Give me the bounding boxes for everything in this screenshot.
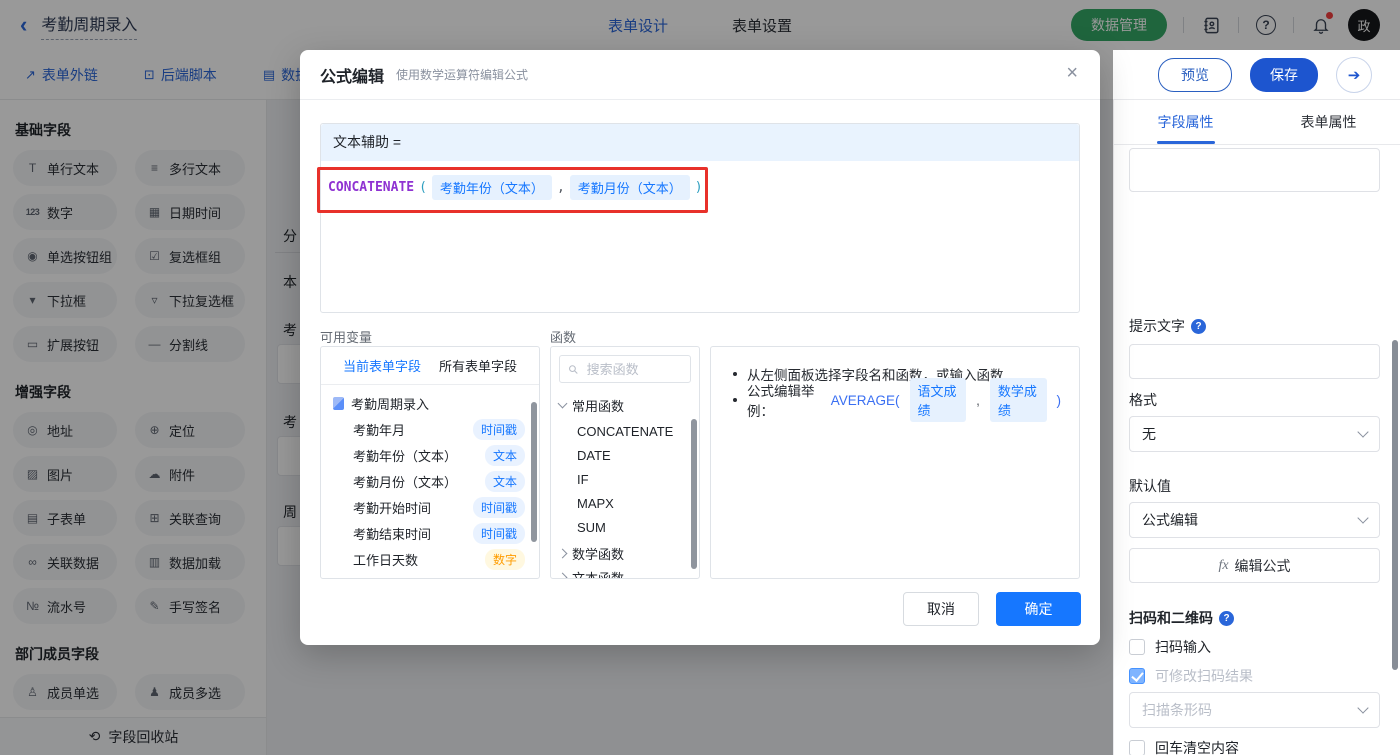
scan-help-icon[interactable]: ? — [1219, 610, 1234, 626]
function-group-text[interactable]: 文本函数 — [551, 565, 699, 578]
variable-item[interactable]: 工作日天数 数字 — [321, 547, 539, 571]
function-item[interactable]: SUM — [551, 515, 699, 539]
share-button[interactable]: ➔ — [1336, 57, 1372, 93]
variables-label: 可用变量 — [320, 330, 373, 345]
type-badge: 文本 — [484, 470, 525, 492]
field-token-year[interactable]: 考勤年份（文本） — [431, 174, 552, 200]
tips-panel: 从左侧面板选择字段名和函数，或输入函数 公式编辑举例： AVERAGE( 语文成绩… — [710, 346, 1080, 579]
comma-token: , — [556, 179, 565, 195]
type-badge: 文本 — [484, 444, 525, 466]
function-group-math[interactable]: 数学函数 — [551, 541, 699, 565]
checkbox-modify-scan-result[interactable]: 可修改扫码结果 — [1129, 666, 1253, 686]
modal-header: 公式编辑 使用数学运算符编辑公式 × — [300, 50, 1100, 100]
field-token-month[interactable]: 考勤月份（文本） — [569, 174, 690, 200]
chevron-right-icon — [557, 548, 568, 558]
function-item[interactable]: MAPX — [551, 491, 699, 515]
chevron-down-icon — [557, 398, 568, 409]
edit-formula-button[interactable]: fx 编辑公式 — [1129, 548, 1380, 583]
variables-tree-root[interactable]: 考勤周期录入 — [321, 391, 539, 415]
type-badge: 时间戳 — [472, 522, 525, 544]
variable-item[interactable]: 考勤月份（文本） 文本 — [321, 469, 539, 493]
preview-button[interactable]: 预览 — [1158, 58, 1232, 92]
properties-scrollbar[interactable] — [1392, 340, 1398, 670]
cancel-button[interactable]: 取消 — [903, 592, 979, 626]
save-button[interactable]: 保存 — [1250, 58, 1318, 92]
type-badge: 数字 — [484, 548, 525, 570]
formula-expression[interactable]: CONCATENATE ( 考勤年份（文本） , 考勤月份（文本） ) — [328, 174, 703, 200]
modal-overlay-top — [0, 0, 1400, 50]
variables-scrollbar[interactable] — [531, 402, 537, 542]
bullet-icon — [733, 398, 737, 402]
default-value-label: 默认值 — [1129, 478, 1171, 494]
function-item[interactable]: DATE — [551, 443, 699, 467]
bullet-icon — [733, 372, 737, 376]
modal-subtitle: 使用数学运算符编辑公式 — [396, 68, 529, 82]
type-badge: 时间戳 — [472, 496, 525, 518]
close-icon[interactable]: × — [1066, 63, 1078, 83]
chevron-down-icon — [1357, 702, 1369, 714]
functions-label: 函数 — [550, 330, 577, 345]
description-input[interactable] — [1129, 148, 1380, 192]
formula-editor-modal: 公式编辑 使用数学运算符编辑公式 × 文本辅助 = CONCATENATE ( 考… — [300, 50, 1100, 645]
checkbox-unchecked[interactable] — [1129, 639, 1145, 655]
format-label: 格式 — [1129, 392, 1157, 408]
function-item[interactable]: IF — [551, 467, 699, 491]
function-search-box[interactable] — [559, 355, 691, 383]
format-select[interactable]: 无 — [1129, 416, 1380, 452]
close-paren-token: ) — [694, 179, 703, 195]
chevron-right-icon — [557, 572, 568, 578]
example-field-token: 数学成绩 — [989, 378, 1047, 422]
functions-panel: 常用函数 CONCATENATE DATE IF MAPX SUM 数学函数 文… — [550, 346, 700, 579]
function-item[interactable]: CONCATENATE — [551, 419, 699, 443]
formula-editor-box[interactable]: 文本辅助 = — [320, 123, 1080, 313]
close-paren-token: ) — [1056, 392, 1062, 408]
tab-current-form-fields[interactable]: 当前表单字段 — [343, 356, 421, 375]
hint-text-label: 提示文字 ? — [1129, 316, 1380, 336]
tab-field-properties[interactable]: 字段属性 — [1114, 100, 1257, 144]
type-badge: 时间戳 — [472, 418, 525, 440]
app-root: ‹ 考勤周期录入 表单设计 表单设置 数据管理 ? 政 ↗ 表单外链 ⊡ 后端脚… — [0, 0, 1400, 755]
functions-scrollbar[interactable] — [691, 419, 697, 569]
function-search-input[interactable] — [584, 360, 682, 378]
hint-text-input[interactable] — [1129, 344, 1380, 379]
variable-item[interactable]: 考勤年月 时间戳 — [321, 417, 539, 441]
function-name-token[interactable]: CONCATENATE — [328, 180, 414, 195]
toolbar-right: 预览 保存 ➔ — [1158, 50, 1372, 100]
tab-all-form-fields[interactable]: 所有表单字段 — [439, 356, 517, 375]
formula-target-label: 文本辅助 = — [321, 124, 1079, 161]
barcode-select[interactable]: 扫描条形码 — [1129, 692, 1380, 728]
example-field-token: 语文成绩 — [909, 378, 967, 422]
scan-section-heading: 扫码和二维码 ? — [1129, 608, 1380, 628]
checkbox-unchecked[interactable] — [1129, 740, 1145, 755]
checkbox-checked[interactable] — [1129, 668, 1145, 684]
chevron-down-icon — [1357, 512, 1369, 524]
variable-item[interactable]: 考勤年份（文本） 文本 — [321, 443, 539, 467]
properties-tabs: 字段属性 表单属性 — [1114, 100, 1400, 145]
example-function-token: AVERAGE( — [830, 392, 900, 408]
function-group-common[interactable]: 常用函数 — [551, 393, 699, 417]
comma-token: , — [976, 392, 980, 408]
search-icon — [569, 364, 578, 374]
tab-form-properties[interactable]: 表单属性 — [1257, 100, 1400, 144]
confirm-button[interactable]: 确定 — [996, 592, 1081, 626]
default-value-select[interactable]: 公式编辑 — [1129, 502, 1380, 538]
properties-panel: 字段属性 表单属性 提示文字 ? 格式 无 默认值 公式编辑 fx 编辑公式 扫… — [1113, 100, 1400, 755]
open-paren-token: ( — [419, 179, 427, 195]
variable-item[interactable]: 考勤开始时间 时间戳 — [321, 495, 539, 519]
hint-help-icon[interactable]: ? — [1191, 318, 1206, 334]
modal-title: 公式编辑 — [320, 68, 385, 86]
variables-tabs: 当前表单字段 所有表单字段 — [321, 347, 539, 385]
checkbox-scan-input[interactable]: 扫码输入 — [1129, 637, 1211, 657]
form-doc-icon — [333, 396, 344, 410]
variable-item[interactable]: 考勤结束时间 时间戳 — [321, 521, 539, 545]
variables-panel: 当前表单字段 所有表单字段 考勤周期录入 考勤年月 时间戳 考勤年份（文本） 文本 … — [320, 346, 540, 579]
fx-icon: fx — [1218, 557, 1229, 573]
tip-line-2: 公式编辑举例： AVERAGE( 语文成绩 , 数学成绩 ) — [729, 378, 1062, 422]
checkbox-enter-clear[interactable]: 回车清空内容 — [1129, 738, 1239, 755]
chevron-down-icon — [1357, 426, 1369, 438]
